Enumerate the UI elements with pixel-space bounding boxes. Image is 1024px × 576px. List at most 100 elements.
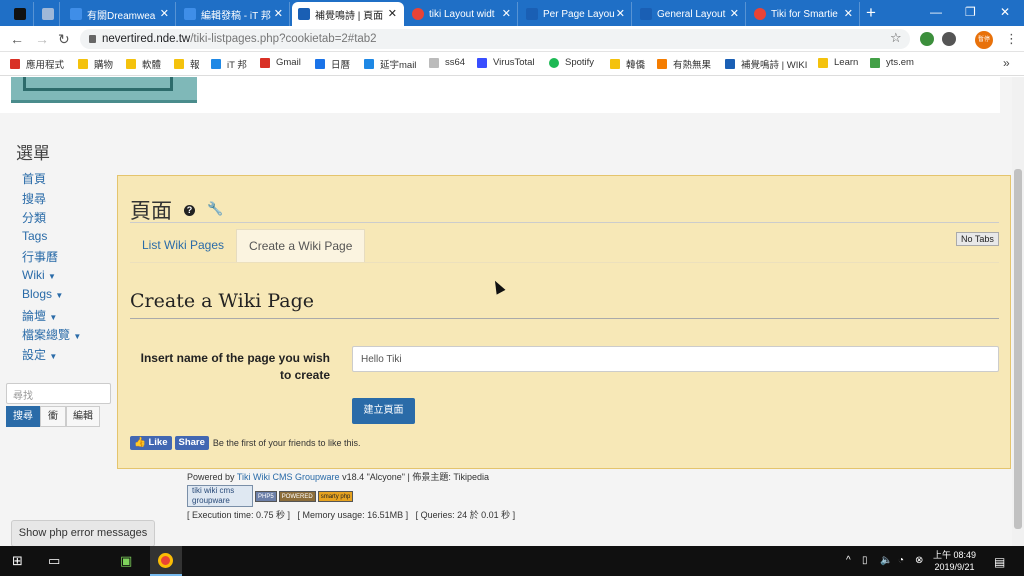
bookmark-folder[interactable]: 購物	[78, 57, 113, 71]
bookmark-folder[interactable]: 軟體	[126, 57, 161, 71]
sidebar-search-input[interactable]: 尋找	[6, 383, 111, 404]
extension-shield-icon[interactable]	[920, 32, 934, 46]
site-logo[interactable]	[11, 77, 197, 103]
bookmark-label: 報	[190, 60, 200, 71]
sidebar-item-search[interactable]: 搜尋	[22, 190, 81, 210]
browser-tab[interactable]: tiki Layout widt ✕	[406, 2, 518, 26]
bookmark-apps[interactable]: 應用程式	[10, 57, 64, 71]
notepad-app-icon[interactable]: ▣	[120, 553, 132, 569]
tab-create-wiki-page[interactable]: Create a Wiki Page	[236, 229, 366, 262]
search-button[interactable]: 搜尋	[6, 406, 40, 427]
sidebar-item-calendar[interactable]: 行事曆	[22, 248, 81, 268]
address-bar[interactable]: nevertired.nde.tw/tiki-listpages.php?coo…	[80, 29, 910, 49]
sidebar-item-categories[interactable]: 分類	[22, 209, 81, 229]
sidebar-item-blogs[interactable]: Blogs ▼	[22, 287, 81, 307]
help-icon[interactable]: ?	[184, 205, 195, 216]
profile-avatar[interactable]: 暫停	[975, 31, 993, 49]
bookmark-folder[interactable]: Learn	[818, 57, 858, 68]
close-icon[interactable]: ✕	[274, 7, 283, 20]
php-badge[interactable]: PHP5	[255, 490, 277, 502]
close-icon[interactable]: ✕	[160, 7, 169, 20]
page-name-input[interactable]	[352, 346, 999, 372]
wrench-icon[interactable]: 🔧	[207, 201, 223, 217]
browser-tab[interactable]: 編輯發稿 - iT 邦 ✕	[178, 2, 290, 26]
sidebar-item-wiki[interactable]: Wiki ▼	[22, 268, 81, 288]
page-scrollbar[interactable]	[1012, 77, 1024, 546]
tiki-link[interactable]: Tiki Wiki CMS Groupware	[237, 472, 340, 482]
footer-text: v18.4 "Alcyone" | 佈景主題: Tikipedia	[342, 472, 490, 482]
tab-favicon	[70, 8, 82, 20]
sidebar-item-settings[interactable]: 設定 ▼	[22, 346, 81, 366]
title-divider	[130, 222, 999, 223]
tiki-badge[interactable]: tiki wiki cms groupware	[187, 485, 253, 507]
mail-icon	[364, 59, 374, 69]
caret-down-icon: ▼	[49, 312, 58, 322]
pinned-tab-2[interactable]	[36, 2, 60, 26]
tray-chevron-icon[interactable]: ^	[846, 555, 851, 566]
menu-kebab-icon[interactable]: ⋮	[1005, 31, 1018, 47]
browser-tab[interactable]: Per Page Layou ✕	[520, 2, 632, 26]
battery-icon[interactable]: ▯	[862, 555, 868, 566]
back-icon[interactable]: ←	[10, 31, 24, 47]
no-network-icon[interactable]: ⊗	[915, 555, 923, 566]
pinned-tab[interactable]	[8, 2, 34, 26]
bookmark-link[interactable]: 補覺鳴詩 | WIKI	[725, 57, 807, 71]
sidebar-item-files[interactable]: 檔案總覽 ▼	[22, 326, 81, 346]
facebook-like-button[interactable]: 👍 Like	[130, 436, 172, 450]
scrollbar-thumb[interactable]	[1014, 169, 1022, 529]
bookmark-link[interactable]: ss64	[429, 57, 465, 68]
browser-tab-active[interactable]: 補覺鳴詩 | 頁面 ✕	[292, 2, 404, 26]
chrome-icon	[158, 553, 173, 568]
windows-start-icon[interactable]: ⊞	[12, 553, 23, 569]
close-icon[interactable]: ✕	[730, 7, 739, 20]
notification-icon[interactable]: ▤	[994, 555, 1005, 569]
maximize-icon[interactable]: ❐	[965, 5, 976, 19]
sidebar-item-label: 檔案總覽	[22, 328, 71, 342]
close-icon[interactable]: ✕	[388, 7, 397, 20]
task-view-icon[interactable]: ▭	[48, 553, 60, 569]
sidebar-item-forums[interactable]: 論壇 ▼	[22, 307, 81, 327]
bookmark-link[interactable]: 日曆	[315, 57, 350, 71]
edit-button[interactable]: 編輯	[66, 406, 100, 427]
sidebar-item-tags[interactable]: Tags	[22, 229, 81, 249]
minimize-icon[interactable]: —	[930, 5, 942, 19]
bookmark-link[interactable]: VirusTotal	[477, 57, 535, 68]
window-close-icon[interactable]: ✕	[1000, 5, 1010, 19]
go-button[interactable]: 衝	[40, 406, 66, 427]
show-php-errors-button[interactable]: Show php error messages	[11, 520, 155, 546]
tab-favicon	[412, 8, 424, 20]
create-page-button[interactable]: 建立頁面	[352, 398, 415, 424]
smarty-badge[interactable]: smarty php	[317, 490, 354, 502]
bookmark-folder[interactable]: 韓僑	[610, 57, 645, 71]
browser-tab[interactable]: 有關Dreamwea ✕	[64, 2, 176, 26]
close-icon[interactable]: ✕	[502, 7, 511, 20]
bookmark-link[interactable]: iT 邦	[211, 57, 247, 71]
close-icon[interactable]: ✕	[844, 7, 853, 20]
bookmark-link[interactable]: 有熱無果	[657, 57, 711, 71]
bookmark-link[interactable]: Gmail	[260, 57, 301, 68]
forward-icon[interactable]: →	[35, 31, 49, 47]
chrome-app-icon[interactable]	[150, 546, 182, 576]
bookmark-link[interactable]: 延宇mail	[364, 57, 416, 71]
volume-icon[interactable]: 🔈	[880, 555, 892, 566]
system-clock[interactable]: 上午 08:49 2019/9/21	[933, 549, 976, 573]
bookmark-link[interactable]: Spotify	[549, 57, 594, 68]
bookmark-folder[interactable]: 報	[174, 57, 200, 71]
wifi-icon[interactable]: ◔	[898, 555, 904, 566]
site-header	[0, 77, 1000, 113]
toolbar: ← → ↻ nevertired.nde.tw/tiki-listpages.p…	[0, 26, 1024, 52]
extension-icon[interactable]	[942, 32, 956, 46]
facebook-share-button[interactable]: Share	[174, 436, 209, 450]
new-tab-button[interactable]: +	[866, 3, 876, 23]
sidebar-item-home[interactable]: 首頁	[22, 170, 81, 190]
bookmark-star-icon[interactable]: ☆	[890, 30, 902, 46]
more-bookmarks-icon[interactable]: »	[1003, 56, 1010, 70]
browser-tab[interactable]: General Layout ✕	[634, 2, 746, 26]
tab-list-wiki-pages[interactable]: List Wiki Pages	[130, 229, 236, 262]
close-icon[interactable]: ✕	[616, 7, 625, 20]
clock-date: 2019/9/21	[934, 562, 975, 572]
no-tabs-button[interactable]: No Tabs	[956, 232, 999, 246]
reload-icon[interactable]: ↻	[58, 31, 70, 48]
bookmark-link[interactable]: yts.em	[870, 57, 914, 68]
browser-tab[interactable]: Tiki for Smartie ✕	[748, 2, 860, 26]
